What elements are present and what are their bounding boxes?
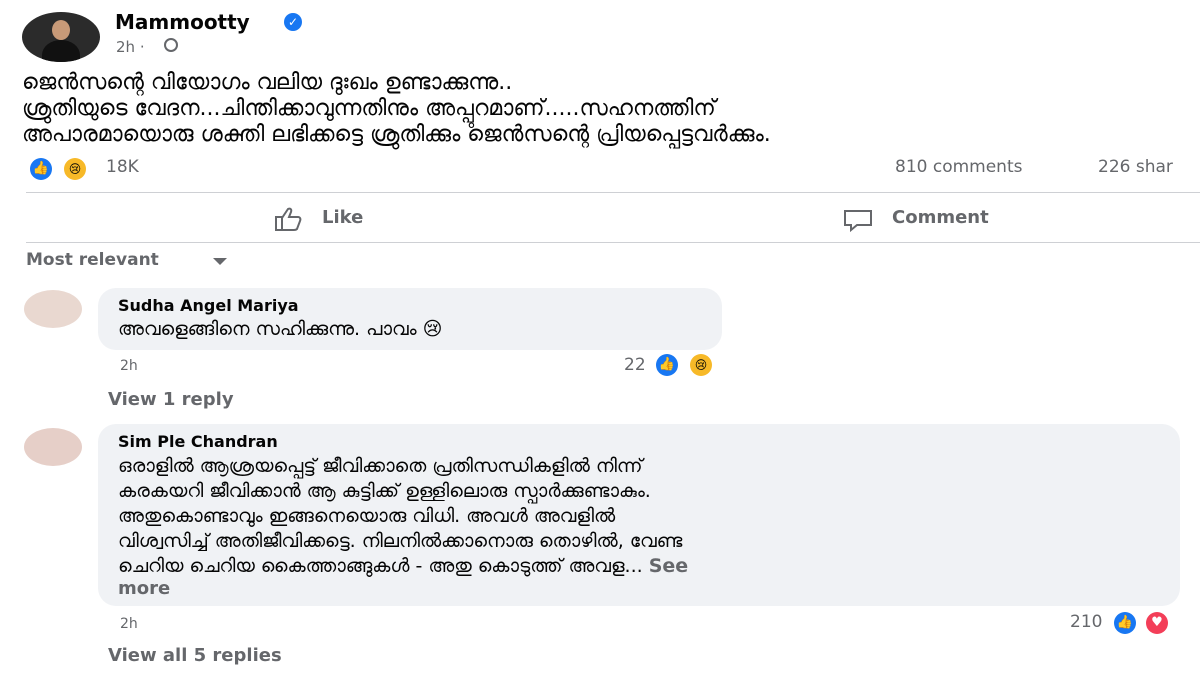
like-label: Like — [322, 207, 364, 228]
post-shares-count[interactable]: 226 shar — [1098, 157, 1173, 177]
sad-reaction-icon[interactable]: 😢 — [64, 158, 86, 180]
comment-text-line: ഒരാളിൽ ആശ്രയപ്പെട്ട് ജീവിക്കാതെ പ്രതിസന്… — [118, 455, 643, 477]
post-author-name[interactable]: Mammootty — [115, 10, 250, 34]
comment-timestamp[interactable]: 2h — [120, 358, 138, 374]
sad-reaction-icon[interactable]: 😢 — [690, 354, 712, 376]
comment-text-line: വിശ്വസിച്ച് അതിജീവിക്കട്ടെ. നിലനിൽക്കാനൊ… — [118, 530, 683, 552]
commenter-avatar[interactable] — [24, 428, 82, 466]
like-reaction-icon[interactable]: 👍 — [1114, 612, 1136, 634]
globe-icon — [164, 38, 178, 52]
commenter-avatar[interactable] — [24, 290, 82, 328]
sort-dropdown[interactable]: Most relevant — [26, 250, 159, 270]
like-reaction-icon[interactable]: 👍 — [656, 354, 678, 376]
comment-icon — [844, 210, 872, 232]
like-reaction-icon[interactable]: 👍 — [30, 158, 52, 180]
comment-text-line: അതുകൊണ്ടാവും ഇങ്ങനെയൊരു വിധി. അവൾ അവളിൽ — [118, 505, 616, 527]
post-timestamp[interactable]: 2h · — [116, 38, 145, 56]
thumbs-up-icon — [275, 207, 302, 231]
comment-timestamp[interactable]: 2h — [120, 616, 138, 632]
comment-reaction-count[interactable]: 210 — [1070, 612, 1102, 632]
comment-text-line: കരകയറി ജീവിക്കാൻ ആ കുട്ടിക്ക് ഉള്ളിലൊരു … — [118, 480, 651, 502]
view-replies-link[interactable]: View 1 reply — [108, 389, 234, 410]
post-text-line-2: ശ്രുതിയുടെ വേദന...ചിന്തിക്കാവുന്നതിനും അ… — [22, 96, 716, 121]
comment-author[interactable]: Sim Ple Chandran — [118, 432, 278, 451]
divider — [26, 242, 1200, 243]
view-replies-link[interactable]: View all 5 replies — [108, 645, 282, 666]
avatar-head — [52, 20, 70, 40]
comment-author[interactable]: Sudha Angel Mariya — [118, 296, 299, 315]
comment-reaction-count[interactable]: 22 — [624, 355, 646, 375]
comment-text: അവളെങ്ങിനെ സഹിക്കുന്നു. പാവം 😢 — [118, 318, 443, 340]
post-author-avatar[interactable] — [22, 12, 100, 62]
comment-button[interactable]: Comment — [842, 206, 1022, 232]
divider — [26, 192, 1200, 193]
post-text-line-1: ജെൻസന്റെ വിയോഗം വലിയ ദുഃഖം ഉണ്ടാക്കുന്നു… — [22, 70, 513, 95]
post-comments-count[interactable]: 810 comments — [895, 157, 1022, 177]
like-button[interactable]: Like — [272, 206, 392, 232]
post-text-line-3: അപാരമായൊരു ശക്തി ലഭിക്കട്ടെ ശ്രുതിക്കും … — [22, 122, 771, 147]
comment-text-fragment: ചെറിയ ചെറിയ കൈത്താങ്ങുകൾ - അതു കൊടുത്ത് … — [118, 555, 643, 577]
verified-badge-icon: ✓ — [284, 13, 302, 31]
see-more-link[interactable]: See — [649, 555, 688, 577]
avatar-body — [42, 40, 80, 62]
heart-reaction-icon[interactable]: ♥ — [1146, 612, 1168, 634]
post-reaction-count[interactable]: 18K — [106, 157, 139, 177]
see-more-link-continued[interactable]: more — [118, 578, 170, 599]
comment-text-line: ചെറിയ ചെറിയ കൈത്താങ്ങുകൾ - അതു കൊടുത്ത് … — [118, 555, 688, 577]
comment-label: Comment — [892, 207, 989, 228]
chevron-down-icon — [213, 258, 227, 265]
